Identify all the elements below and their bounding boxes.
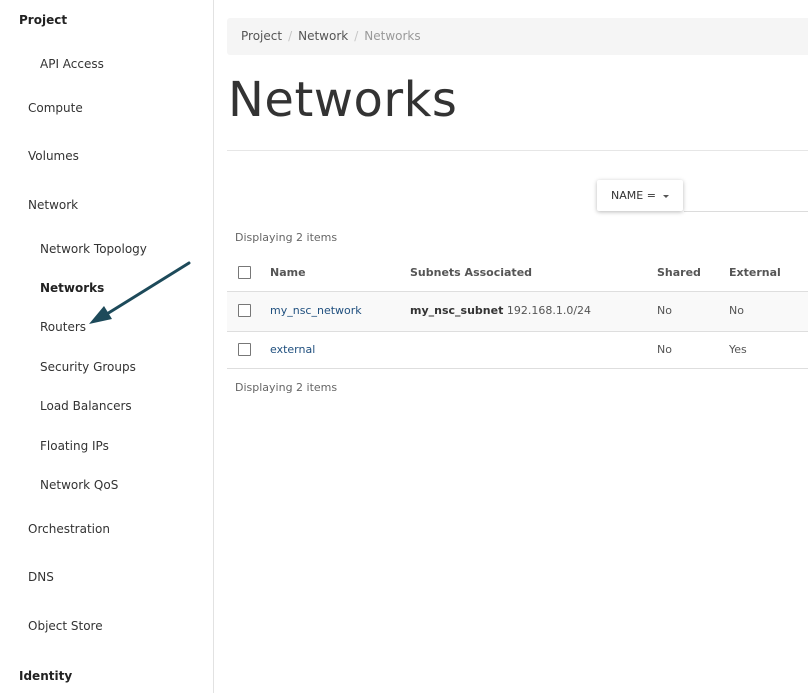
annotation-arrow-icon [89, 261, 191, 324]
